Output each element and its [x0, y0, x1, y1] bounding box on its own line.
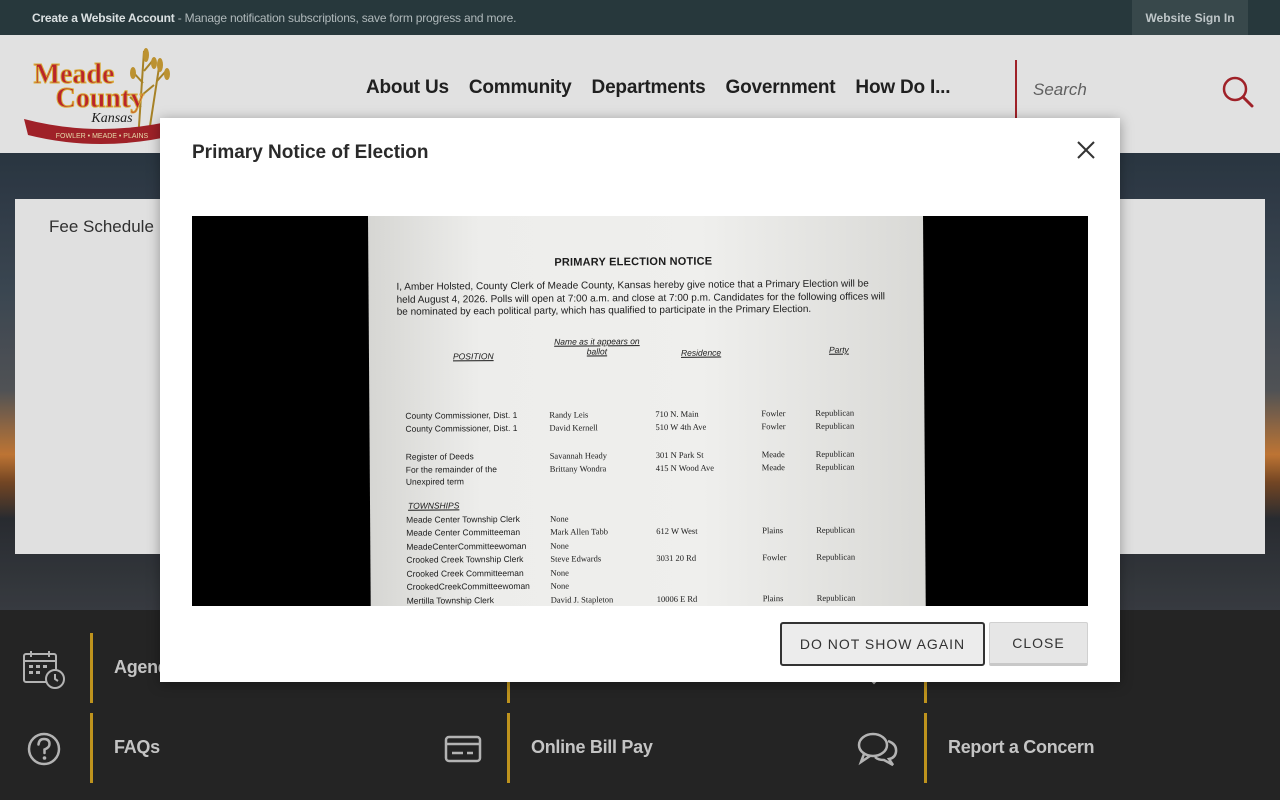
- row-candidate-name: David Kernell: [549, 422, 598, 433]
- row-position: Meade Center Township Clerk: [406, 513, 520, 525]
- row-position: County Commissioner, Dist. 1: [405, 409, 518, 421]
- row-city: Plains: [762, 593, 784, 604]
- close-button[interactable]: CLOSE: [989, 622, 1088, 666]
- row-candidate-name: Savannah Heady: [549, 450, 608, 461]
- column-header-position: POSITION: [452, 351, 494, 362]
- row-candidate-name: Steve Edwards: [550, 553, 602, 564]
- row-position: Register of Deeds: [405, 451, 474, 462]
- row-candidate-name: Brittany Wondra: [549, 463, 607, 474]
- row-candidate-name: None: [550, 567, 569, 578]
- row-residence: 510 W 4th Ave: [655, 421, 707, 432]
- row-party: Republican: [816, 592, 856, 603]
- row-position: Unexpired term: [405, 476, 464, 487]
- column-header-name: Name as it appears on ballot: [554, 336, 640, 357]
- row-party: Republican: [815, 420, 855, 431]
- column-header-party: Party: [828, 344, 849, 355]
- row-residence: 301 N Park St: [655, 449, 704, 460]
- row-position: County Commissioner, Dist. 1: [405, 422, 518, 434]
- notice-body-text: I, Amber Holsted, County Clerk of Meade …: [396, 278, 886, 318]
- do-not-show-again-button[interactable]: DO NOT SHOW AGAIN: [780, 622, 985, 666]
- row-residence: 612 W West: [656, 525, 698, 536]
- row-position: Meade Center Committeeman: [406, 526, 521, 538]
- row-candidate-name: None: [550, 580, 570, 591]
- row-residence: 3031 20 Rd: [656, 552, 697, 563]
- row-residence: 415 N Wood Ave: [655, 462, 715, 473]
- row-position: CrookedCreekCommitteewoman: [406, 580, 530, 592]
- row-city: Meade: [761, 462, 785, 473]
- row-city: Meade: [761, 449, 785, 460]
- row-candidate-name: Mark Allen Tabb: [550, 526, 609, 537]
- townships-heading: TOWNSHIPS: [407, 500, 460, 511]
- row-city: Fowler: [762, 552, 787, 563]
- row-party: Republican: [815, 448, 855, 459]
- notice-heading: PRIMARY ELECTION NOTICE: [554, 255, 713, 269]
- modal-title: Primary Notice of Election: [192, 142, 429, 163]
- row-position: MeadeCenterCommitteewoman: [406, 540, 527, 552]
- row-candidate-name: David J. Stapleton: [550, 594, 614, 605]
- election-notice-modal: Primary Notice of Election PRIMARY ELECT…: [160, 118, 1120, 682]
- row-residence: 710 N. Main: [655, 408, 699, 419]
- row-candidate-name: None: [550, 540, 569, 551]
- row-candidate-name: Randy Leis: [549, 409, 589, 420]
- close-icon[interactable]: [1074, 138, 1098, 162]
- row-position: For the remainder of the: [405, 464, 497, 475]
- election-notice-document: PRIMARY ELECTION NOTICE I, Amber Holsted…: [368, 216, 926, 606]
- row-city: Fowler: [761, 421, 786, 432]
- row-party: Republican: [816, 524, 855, 535]
- column-header-residence: Residence: [680, 347, 722, 358]
- row-position: Mertilla Township Clerk: [406, 595, 494, 606]
- row-city: Plains: [762, 525, 784, 536]
- row-position: Crooked Creek Committeeman: [406, 567, 524, 579]
- row-party: Republican: [816, 551, 856, 562]
- row-position: Crooked Creek Township Clerk: [406, 553, 524, 565]
- row-residence: 10006 E Rd: [656, 593, 698, 604]
- row-party: Republican: [815, 461, 855, 472]
- row-party: Republican: [815, 407, 855, 418]
- row-candidate-name: None: [550, 513, 569, 524]
- row-city: Fowler: [761, 408, 786, 419]
- election-notice-image: PRIMARY ELECTION NOTICE I, Amber Holsted…: [192, 216, 1088, 606]
